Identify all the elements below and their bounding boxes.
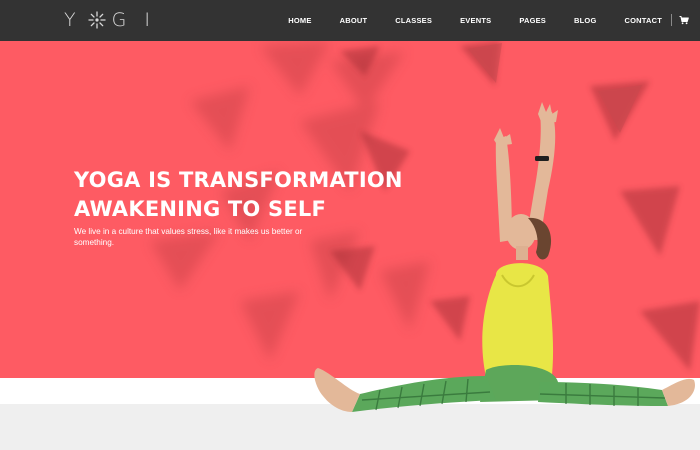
hero-subtext: We live in a culture that values stress,… [74, 227, 303, 247]
nav-pages[interactable]: PAGES [519, 16, 546, 25]
site-logo[interactable]: Y G I [64, 9, 156, 31]
nav-classes[interactable]: CLASSES [395, 16, 432, 25]
yoga-woman-illustration [314, 102, 695, 412]
logo-letters-gi: G I [111, 9, 156, 31]
nav-about[interactable]: ABOUT [340, 16, 368, 25]
logo-letter-y: Y [64, 9, 82, 31]
nav-blog[interactable]: BLOG [574, 16, 596, 25]
main-menu: HOME ABOUT CLASSES EVENTS PAGES BLOG CON… [288, 0, 662, 41]
nav-events[interactable]: EVENTS [460, 16, 491, 25]
nav-divider [671, 14, 672, 26]
nav-contact[interactable]: CONTACT [624, 16, 662, 25]
top-navbar: Y G I HOME ABOUT CLASSES EVENTS PAGES BL… [0, 0, 700, 41]
nav-home[interactable]: HOME [288, 16, 311, 25]
lotus-icon [87, 11, 106, 29]
cart-icon[interactable] [679, 15, 689, 25]
